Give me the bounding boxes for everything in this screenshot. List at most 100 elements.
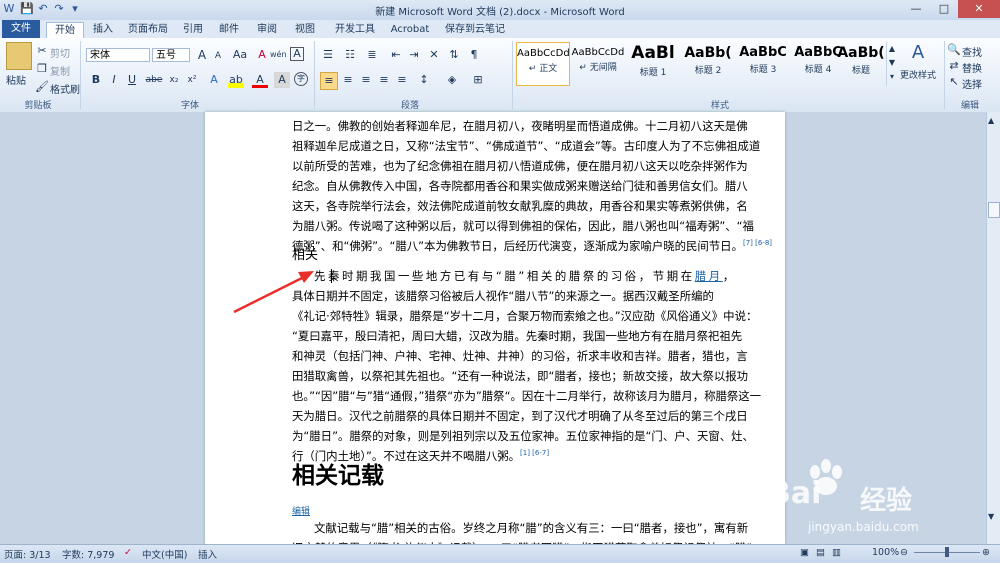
style-heading-2[interactable]: AaBb( 标题 2 bbox=[681, 42, 735, 86]
tab-save-to-cloud[interactable]: 保存到云笔记 bbox=[440, 22, 510, 37]
style-title[interactable]: AaBb( 标题 bbox=[836, 42, 886, 86]
page-indicator[interactable]: 页面: 3/13 bbox=[4, 547, 51, 561]
char-shading-icon[interactable]: A bbox=[274, 72, 290, 88]
language-indicator[interactable]: 中文(中国) bbox=[142, 547, 187, 561]
styles-scroll[interactable]: ▲ ▼ ▾ bbox=[886, 42, 897, 86]
scroll-up-icon[interactable]: ▲ bbox=[988, 116, 994, 125]
tab-page-layout[interactable]: 页面布局 bbox=[124, 22, 172, 37]
editing-group-label: 编辑 bbox=[960, 101, 979, 111]
paragraph-line: 这天，各寺院举行法会，效法佛陀成道前牧女献乳糜的典故，用香谷和果实等煮粥供佛，名 bbox=[292, 199, 748, 213]
line-spacing-icon[interactable]: ↕ bbox=[416, 72, 432, 88]
zoom-in-icon[interactable]: ⊕ bbox=[982, 547, 990, 558]
phonetic-guide-icon[interactable]: wén bbox=[270, 47, 287, 63]
align-right-icon[interactable]: ≡ bbox=[358, 72, 374, 88]
tab-developer[interactable]: 开发工具 bbox=[330, 22, 380, 37]
tab-review[interactable]: 审阅 bbox=[252, 22, 282, 37]
minimize-button[interactable]: — bbox=[902, 0, 930, 18]
text-effects-icon[interactable]: A bbox=[206, 72, 222, 88]
highlight-icon[interactable]: ab bbox=[228, 72, 244, 88]
tab-mailings[interactable]: 邮件 bbox=[214, 22, 244, 37]
tab-references[interactable]: 引用 bbox=[178, 22, 208, 37]
change-styles-icon[interactable]: A bbox=[906, 42, 930, 64]
tab-view[interactable]: 视图 bbox=[290, 22, 320, 37]
strikethrough-icon[interactable]: abe bbox=[144, 72, 164, 88]
italic-icon[interactable]: I bbox=[106, 72, 122, 88]
format-painter-button[interactable]: 格式刷 bbox=[50, 81, 80, 96]
borders-icon[interactable]: ⊞ bbox=[470, 72, 486, 88]
zoom-level[interactable]: 100% bbox=[872, 547, 899, 558]
underline-icon[interactable]: U bbox=[124, 72, 140, 88]
link-la-yue[interactable]: 腊月 bbox=[695, 269, 723, 283]
change-case-icon[interactable]: Aa bbox=[232, 47, 248, 63]
increase-indent-icon[interactable]: ⇥ bbox=[406, 47, 422, 63]
copy-button[interactable]: 复制 bbox=[50, 63, 70, 78]
bold-icon[interactable]: B bbox=[88, 72, 104, 88]
full-screen-view-icon[interactable]: ▤ bbox=[816, 547, 825, 558]
font-name-combo[interactable]: 宋体 bbox=[86, 48, 150, 62]
vertical-scrollbar[interactable] bbox=[986, 112, 1000, 544]
insert-mode[interactable]: 插入 bbox=[198, 547, 217, 561]
font-size-combo[interactable]: 五号 bbox=[152, 48, 190, 62]
show-marks-icon[interactable]: ¶ bbox=[466, 47, 482, 63]
scroll-down-icon[interactable]: ▼ bbox=[988, 512, 994, 521]
shrink-font-icon[interactable]: A bbox=[210, 48, 226, 64]
find-icon[interactable]: 🔍 bbox=[946, 42, 962, 58]
grow-font-icon[interactable]: A bbox=[194, 47, 210, 63]
web-layout-view-icon[interactable]: ▥ bbox=[832, 547, 841, 558]
justify-icon[interactable]: ≡ bbox=[376, 72, 392, 88]
font-color-icon[interactable]: A bbox=[252, 72, 268, 88]
style-preview: AaBl bbox=[631, 43, 675, 63]
bullets-icon[interactable]: ☰ bbox=[320, 47, 336, 63]
subscript-icon[interactable]: x₂ bbox=[166, 72, 182, 88]
char-border-icon[interactable]: A bbox=[290, 47, 304, 61]
style-no-spacing[interactable]: AaBbCcDd ↵ 无间隔 bbox=[571, 42, 625, 86]
style-heading-3[interactable]: AaBbC 标题 3 bbox=[736, 42, 790, 86]
style-preview: AaBb( bbox=[837, 45, 885, 61]
align-left-icon[interactable]: ≡ bbox=[320, 72, 338, 90]
align-center-icon[interactable]: ≡ bbox=[340, 72, 356, 88]
word-count[interactable]: 字数: 7,979 bbox=[62, 547, 114, 561]
find-button[interactable]: 查找 bbox=[962, 44, 982, 59]
print-layout-view-icon[interactable]: ▣ bbox=[800, 547, 809, 558]
tab-insert[interactable]: 插入 bbox=[88, 22, 118, 37]
clear-format-icon[interactable]: A bbox=[254, 47, 270, 63]
numbering-icon[interactable]: ☷ bbox=[342, 47, 358, 63]
paste-button[interactable]: 粘贴 bbox=[6, 72, 26, 87]
zoom-slider-thumb[interactable] bbox=[945, 547, 949, 557]
decrease-indent-icon[interactable]: ⇤ bbox=[388, 47, 404, 63]
style-name: ↵ 无间隔 bbox=[579, 63, 617, 73]
edit-link[interactable]: 编辑 bbox=[292, 504, 310, 517]
style-heading-1[interactable]: AaBl 标题 1 bbox=[626, 42, 680, 86]
tab-acrobat[interactable]: Acrobat bbox=[388, 22, 432, 37]
select-button[interactable]: 选择 bbox=[962, 76, 982, 91]
enclose-char-icon[interactable]: 字 bbox=[294, 72, 308, 86]
copy-icon[interactable]: ❐ bbox=[34, 61, 50, 77]
cut-icon[interactable]: ✂ bbox=[34, 43, 50, 59]
distributed-icon[interactable]: ≡ bbox=[394, 72, 410, 88]
close-button[interactable]: ✕ bbox=[958, 0, 1000, 18]
citation-link[interactable]: [1] [6-7] bbox=[520, 449, 549, 457]
citation-link[interactable]: [7] [6-8] bbox=[743, 239, 772, 247]
paragraph-line: 以前所受的苦难，也为了纪念佛祖在腊月初八悟道成佛，便在腊月初八这天以吃杂拌粥作为 bbox=[292, 159, 748, 173]
tab-home[interactable]: 开始 bbox=[46, 22, 84, 38]
scrollbar-thumb[interactable] bbox=[988, 202, 1000, 218]
tab-file[interactable]: 文件 bbox=[2, 20, 40, 38]
multilevel-list-icon[interactable]: ≣ bbox=[364, 47, 380, 63]
change-styles-button[interactable]: 更改样式 bbox=[900, 68, 936, 81]
chinese-layout-icon[interactable]: ✕ bbox=[426, 47, 442, 63]
group-separator bbox=[512, 41, 513, 109]
zoom-out-icon[interactable]: ⊖ bbox=[900, 547, 908, 558]
replace-button[interactable]: 替换 bbox=[962, 60, 982, 75]
paste-icon[interactable] bbox=[6, 42, 32, 70]
replace-icon[interactable]: ⇄ bbox=[946, 58, 962, 74]
select-icon[interactable]: ↖ bbox=[946, 74, 962, 90]
shading-icon[interactable]: ◈ bbox=[444, 72, 460, 88]
cut-button[interactable]: 剪切 bbox=[50, 45, 70, 60]
superscript-icon[interactable]: x² bbox=[184, 72, 200, 88]
maximize-button[interactable]: □ bbox=[930, 0, 958, 18]
sort-icon[interactable]: ⇅ bbox=[446, 47, 462, 63]
paragraph-line: 日之一。佛教的创始者释迦牟尼，在腊月初八，夜睹明星而悟道成佛。十二月初八这天是佛 bbox=[292, 119, 748, 133]
style-normal[interactable]: AaBbCcDd ↵ 正文 bbox=[516, 42, 570, 86]
proofing-icon[interactable]: ✓ bbox=[124, 547, 132, 558]
format-painter-icon[interactable]: 🖌 bbox=[34, 79, 50, 95]
